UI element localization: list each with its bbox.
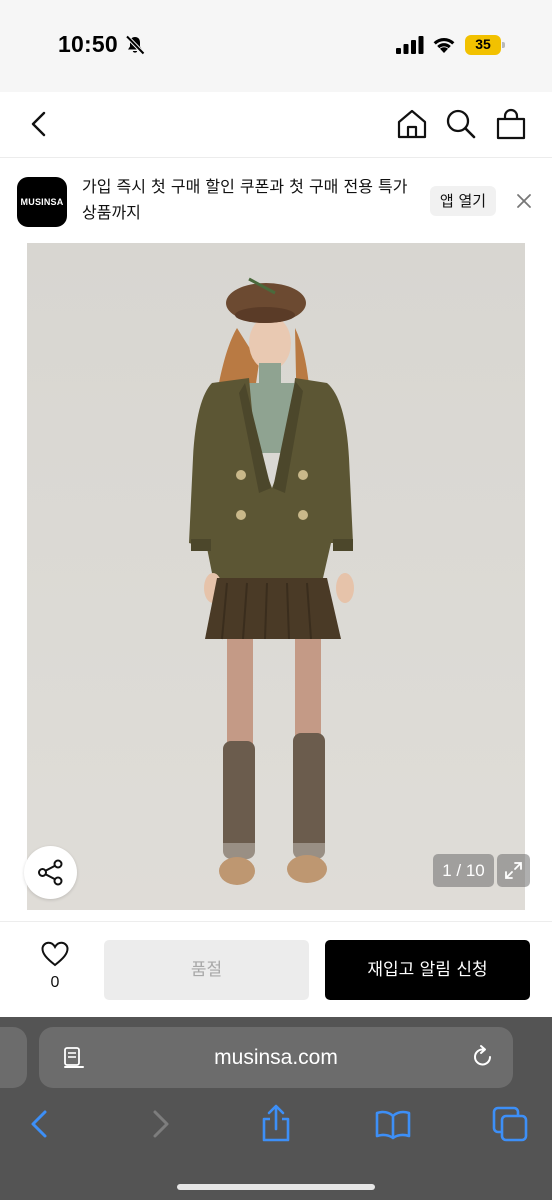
heart-icon: [41, 941, 69, 967]
status-time: 10:50: [58, 31, 118, 57]
nav-header: [0, 92, 552, 158]
musinsa-logo: MUSINSA: [17, 177, 67, 227]
share-upload-icon[interactable]: [256, 1104, 296, 1144]
previous-tab-preview[interactable]: [0, 1027, 27, 1088]
battery-level: 35: [475, 36, 491, 52]
bookmarks-icon[interactable]: [373, 1104, 413, 1144]
battery-tip: [502, 42, 505, 48]
model-illustration: [27, 243, 525, 910]
address-bar[interactable]: musinsa.com: [39, 1027, 513, 1088]
close-icon[interactable]: [514, 191, 534, 211]
banner-message: 가입 즉시 첫 구매 할인 쿠폰과 첫 구매 전용 특가 상품까지: [82, 177, 408, 222]
home-icon[interactable]: [394, 106, 430, 142]
product-photo[interactable]: [27, 243, 525, 910]
cellular-signal-icon: [396, 36, 424, 54]
restock-alert-button[interactable]: 재입고 알림 신청: [325, 940, 530, 1000]
chevron-left-icon[interactable]: [22, 106, 58, 142]
image-counter: 1 / 10: [433, 854, 494, 887]
bell-off-icon: [125, 35, 145, 55]
screen: 10:50 35 MUSINSA 가입 즉시 첫 구매 할인 쿠폰과 첫 구매 …: [0, 0, 552, 1200]
purchase-bar: 0 품절 재입고 알림 신청: [0, 921, 552, 1017]
shopping-bag-icon[interactable]: [493, 106, 529, 142]
reload-icon[interactable]: [470, 1044, 496, 1070]
like-count: 0: [50, 974, 60, 991]
app-install-banner: MUSINSA 가입 즉시 첫 구매 할인 쿠폰과 첫 구매 전용 특가 상품까…: [0, 159, 552, 243]
home-indicator: [177, 1184, 375, 1190]
expand-icon: [505, 862, 522, 879]
wifi-icon: [433, 38, 455, 53]
like-button[interactable]: 0: [30, 940, 80, 1000]
open-app-button[interactable]: 앱 열기: [430, 186, 496, 216]
url-text: musinsa.com: [214, 1046, 338, 1069]
soldout-button: 품절: [104, 940, 309, 1000]
tabs-icon[interactable]: [490, 1104, 530, 1144]
status-bar: 10:50 35: [0, 0, 552, 92]
share-icon: [38, 859, 63, 886]
search-icon[interactable]: [443, 106, 479, 142]
back-arrow-icon[interactable]: [20, 1104, 60, 1144]
battery-indicator: 35: [465, 35, 505, 55]
forward-arrow-icon[interactable]: [140, 1104, 180, 1144]
share-button[interactable]: [24, 846, 77, 899]
expand-button[interactable]: [497, 854, 530, 887]
